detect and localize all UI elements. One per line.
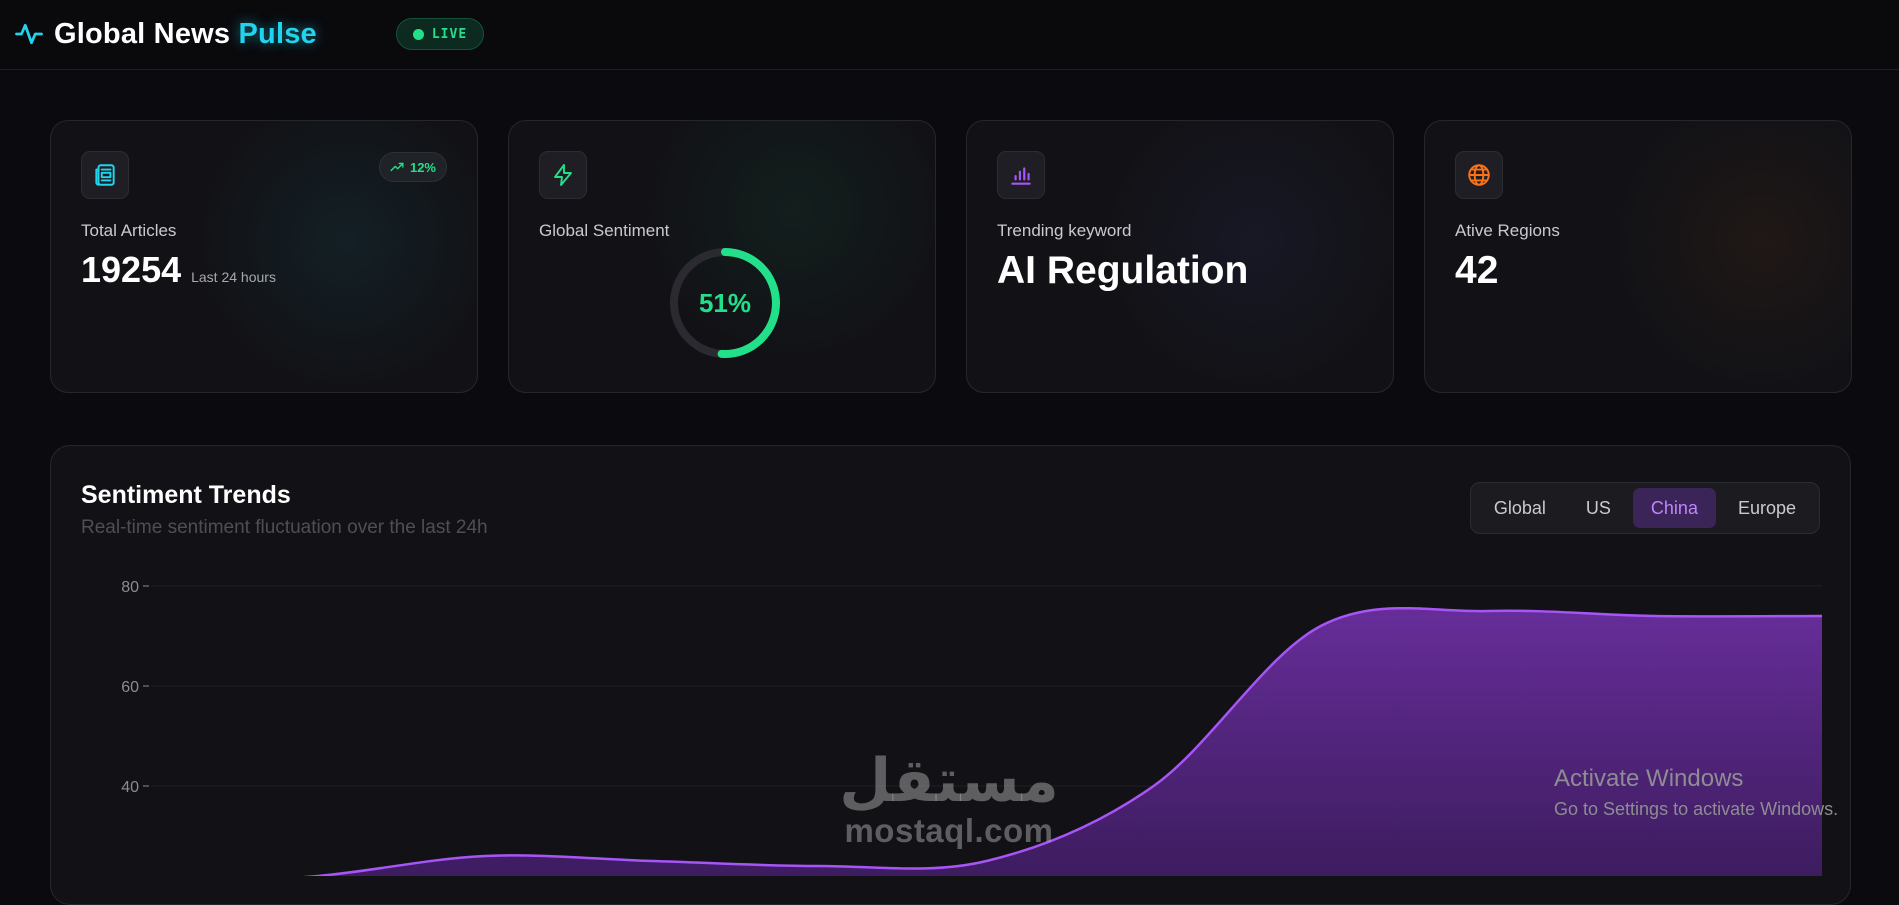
- pulse-icon: [14, 19, 44, 49]
- tab-europe[interactable]: Europe: [1720, 488, 1814, 528]
- trending-up-icon: [390, 162, 404, 172]
- sentiment-gauge: 51%: [667, 245, 783, 361]
- card-value: 19254 Last 24 hours: [81, 249, 276, 291]
- trending-keyword-card: Trending keyword AI Regulation: [966, 120, 1394, 393]
- watermark-logo: مستقل mostaql.com: [834, 748, 1064, 848]
- app-title: Global News Pulse: [54, 18, 317, 51]
- trend-value: 12%: [409, 159, 436, 175]
- activate-windows-notice: Activate Windows Go to Settings to activ…: [1554, 765, 1838, 820]
- activate-subtitle: Go to Settings to activate Windows.: [1554, 799, 1839, 819]
- card-label: Ative Regions: [1455, 221, 1560, 240]
- activate-title: Activate Windows: [1554, 765, 1744, 792]
- articles-count: 19254: [81, 249, 182, 290]
- tab-china[interactable]: China: [1632, 488, 1716, 528]
- card-label: Total Articles: [81, 221, 177, 240]
- total-articles-card: 12% Total Articles 19254 Last 24 hours: [50, 120, 478, 393]
- globe-icon: [1455, 151, 1503, 199]
- regions-value: 42: [1455, 249, 1499, 292]
- card-label: Global Sentiment: [539, 221, 670, 240]
- live-dot-icon: [412, 28, 424, 40]
- active-regions-card: Ative Regions 42: [1424, 120, 1852, 393]
- sentiment-value: 51%: [698, 287, 752, 318]
- y-tick-label: 40: [121, 779, 139, 796]
- card-label: Trending keyword: [997, 221, 1132, 240]
- live-badge: LIVE: [396, 18, 484, 50]
- bar-chart-icon: [997, 151, 1045, 199]
- keyword-value: AI Regulation: [997, 249, 1249, 292]
- panel-subtitle: Real-time sentiment fluctuation over the…: [81, 517, 488, 538]
- tab-us[interactable]: US: [1568, 488, 1629, 528]
- card-glow: [1611, 121, 1851, 391]
- newspaper-icon: [81, 151, 129, 199]
- y-tick-label: 80: [121, 579, 139, 596]
- app-title-main: Global News: [54, 17, 231, 50]
- lightning-icon: [539, 151, 587, 199]
- watermark-latin: mostaql.com: [844, 812, 1054, 849]
- tab-global[interactable]: Global: [1476, 488, 1564, 528]
- y-tick-label: 60: [121, 679, 139, 696]
- app-title-accent: Pulse: [238, 17, 317, 50]
- region-tabs: Global US China Europe: [1469, 482, 1820, 534]
- panel-title: Sentiment Trends: [81, 481, 291, 509]
- live-label: LIVE: [431, 26, 468, 42]
- brand[interactable]: Global News Pulse: [14, 14, 317, 54]
- global-sentiment-card: Global Sentiment 51%: [508, 120, 936, 393]
- articles-period: Last 24 hours: [191, 269, 276, 285]
- top-bar: Global News Pulse LIVE: [0, 0, 1899, 70]
- trend-badge: 12%: [378, 152, 447, 182]
- watermark-arabic: مستقل: [839, 746, 1059, 816]
